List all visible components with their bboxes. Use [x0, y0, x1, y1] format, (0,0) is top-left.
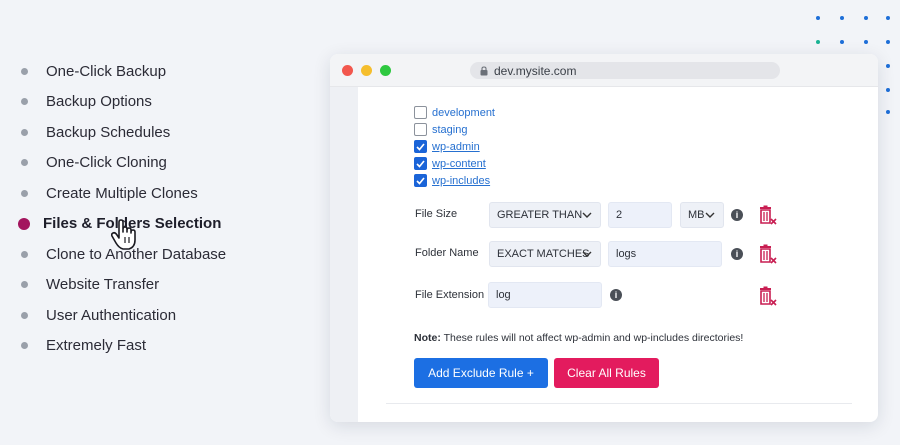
folder-name-operator-select[interactable]: EXACT MATCHES [489, 241, 601, 267]
minimize-window-icon[interactable] [361, 65, 372, 76]
file-size-operator-select[interactable]: GREATER THAN [489, 202, 601, 228]
checkmark-icon [416, 176, 425, 185]
rules-note: Note: These rules will not affect wp-adm… [414, 332, 743, 344]
input-value: 2 [616, 209, 623, 221]
checkbox[interactable] [414, 123, 427, 136]
folder-label[interactable]: development [432, 107, 495, 119]
url-text: dev.mysite.com [494, 63, 577, 78]
select-value: GREATER THAN [497, 209, 583, 221]
chevron-down-icon [705, 212, 715, 218]
input-value: logs [616, 248, 637, 260]
chevron-down-icon [582, 251, 592, 257]
browser-titlebar: dev.mysite.com [330, 54, 878, 87]
address-bar[interactable]: dev.mysite.com [470, 62, 780, 79]
select-value: EXACT MATCHES [497, 248, 590, 260]
folder-label[interactable]: wp-admin [432, 141, 480, 153]
folder-list: development staging wp-admin wp-content … [414, 104, 495, 189]
file-size-unit-select[interactable]: MB [680, 202, 724, 228]
folder-label[interactable]: staging [432, 124, 467, 136]
feature-list: One-Click Backup Backup Options Backup S… [18, 56, 226, 361]
checkmark-icon [416, 142, 425, 151]
bullet-icon [21, 67, 28, 75]
info-icon[interactable]: i [731, 248, 743, 260]
info-icon[interactable]: i [610, 289, 622, 301]
input-value: log [496, 289, 511, 301]
bullet-icon [21, 311, 28, 319]
feature-label: Website Transfer [46, 276, 160, 294]
checkbox[interactable] [414, 106, 427, 119]
folder-name-label: Folder Name [415, 247, 479, 259]
page-sidebar [330, 87, 358, 422]
bullet-icon [21, 159, 28, 167]
folder-item-wp-includes[interactable]: wp-includes [414, 172, 495, 189]
delete-rule-icon[interactable] [759, 286, 777, 306]
maximize-window-icon[interactable] [380, 65, 391, 76]
feature-item[interactable]: Extremely Fast [18, 331, 226, 362]
page-content: development staging wp-admin wp-content … [358, 87, 878, 422]
feature-label: User Authentication [46, 306, 177, 324]
bullet-icon [21, 281, 28, 289]
feature-label: Backup Options [46, 93, 152, 111]
hand-cursor-icon [111, 219, 136, 250]
bullet-icon [21, 189, 28, 197]
folder-item-wp-content[interactable]: wp-content [414, 155, 495, 172]
add-exclude-rule-button[interactable]: Add Exclude Rule + [414, 358, 548, 388]
bullet-icon [21, 128, 28, 136]
file-extension-label: File Extension [415, 289, 485, 301]
file-extension-value-input[interactable]: log [488, 282, 602, 308]
file-size-label: File Size [415, 208, 458, 220]
delete-rule-icon[interactable] [759, 244, 777, 264]
info-icon[interactable]: i [731, 209, 743, 221]
select-value: MB [688, 209, 705, 221]
close-window-icon[interactable] [342, 65, 353, 76]
chevron-down-icon [582, 212, 592, 218]
feature-item[interactable]: User Authentication [18, 300, 226, 331]
feature-label: Extremely Fast [46, 337, 147, 355]
feature-item[interactable]: One-Click Cloning [18, 148, 226, 179]
feature-item[interactable]: Website Transfer [18, 270, 226, 301]
checkmark-icon [416, 159, 425, 168]
feature-item[interactable]: Backup Schedules [18, 117, 226, 148]
folder-label[interactable]: wp-content [432, 158, 486, 170]
folder-name-value-input[interactable]: logs [608, 241, 722, 267]
note-prefix: Note: [414, 332, 441, 344]
folder-item-development[interactable]: development [414, 104, 495, 121]
checkbox-checked[interactable] [414, 157, 427, 170]
lock-icon [480, 65, 488, 76]
bullet-icon [21, 250, 28, 258]
note-text: These rules will not affect wp-admin and… [440, 332, 744, 344]
feature-label: Create Multiple Clones [46, 184, 198, 202]
feature-item[interactable]: One-Click Backup [18, 56, 226, 87]
delete-rule-icon[interactable] [759, 205, 777, 225]
feature-item[interactable]: Create Multiple Clones [18, 178, 226, 209]
browser-window: dev.mysite.com development staging wp-ad… [330, 54, 878, 422]
active-bullet-icon [18, 217, 30, 230]
divider [386, 403, 852, 404]
checkbox-checked[interactable] [414, 140, 427, 153]
bullet-icon [21, 98, 28, 106]
feature-item[interactable]: Backup Options [18, 87, 226, 118]
checkbox-checked[interactable] [414, 174, 427, 187]
folder-item-wp-admin[interactable]: wp-admin [414, 138, 495, 155]
folder-item-staging[interactable]: staging [414, 121, 495, 138]
feature-label: One-Click Cloning [46, 154, 167, 172]
bullet-icon [21, 342, 28, 350]
feature-label: One-Click Backup [46, 62, 167, 80]
clear-all-rules-button[interactable]: Clear All Rules [554, 358, 659, 388]
feature-label: Backup Schedules [46, 123, 171, 141]
file-size-value-input[interactable]: 2 [608, 202, 672, 228]
folder-label[interactable]: wp-includes [432, 175, 490, 187]
